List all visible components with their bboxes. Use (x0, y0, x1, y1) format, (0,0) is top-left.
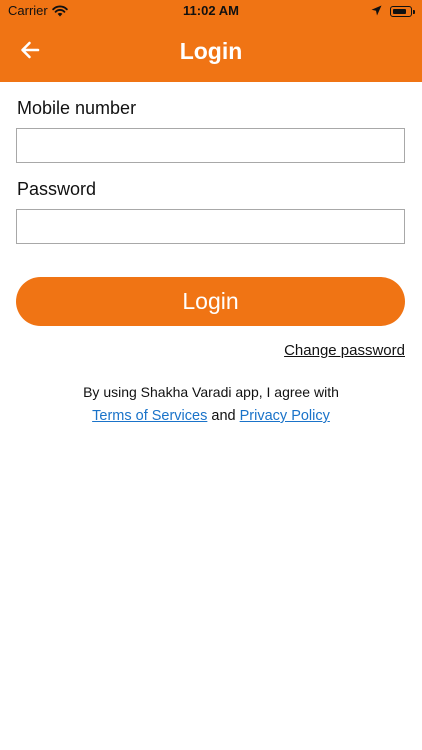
app-header: Carrier 11:02 AM Login (0, 0, 422, 82)
password-input[interactable] (16, 209, 405, 244)
terms-agreement-text: By using Shakha Varadi app, I agree with (83, 384, 339, 400)
battery-icon (390, 6, 415, 17)
login-button[interactable]: Login (16, 277, 405, 326)
privacy-policy-link[interactable]: Privacy Policy (240, 408, 330, 424)
mobile-number-input[interactable] (16, 128, 405, 163)
terms-of-services-link[interactable]: Terms of Services (92, 408, 207, 424)
and-text: and (211, 408, 236, 424)
location-arrow-icon (371, 4, 382, 19)
status-bar: Carrier 11:02 AM (0, 0, 422, 22)
mobile-number-label: Mobile number (17, 98, 137, 118)
password-label: Password (17, 179, 97, 199)
change-password-link[interactable]: Change password (284, 342, 405, 359)
status-time: 11:02 AM (183, 3, 239, 18)
legal-links: Terms of Services and Privacy Policy (0, 408, 422, 424)
page-title: Login (179, 38, 243, 64)
status-indicators (371, 4, 415, 19)
